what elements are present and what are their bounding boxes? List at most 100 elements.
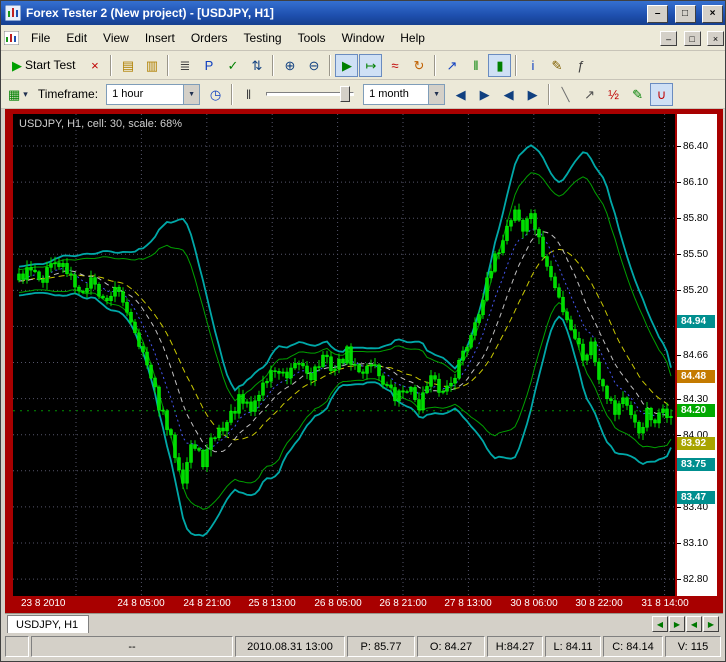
step-buttons: ◀ ▶ ◀ ▶ [449, 83, 544, 106]
menu-window[interactable]: Window [334, 28, 393, 48]
time-label: 26 8 21:00 [379, 598, 427, 609]
notes-button[interactable]: ✎ [545, 54, 568, 77]
candle-chart-button[interactable]: ▮ [488, 53, 512, 77]
separator [167, 54, 170, 76]
auto-scroll-button[interactable]: ▶ [335, 53, 359, 77]
title-bar: Forex Tester 2 (New project) - [USDJPY, … [1, 1, 725, 25]
sync-charts-button[interactable]: ↻ [407, 54, 430, 77]
magnet-tool-button[interactable]: ∪ [650, 82, 674, 106]
step-forward-icon: ▶ [527, 86, 538, 102]
tab-scroll-back-button[interactable]: ▶ [669, 616, 685, 632]
tab-scroll-first-button[interactable]: ◀ [652, 616, 668, 632]
sort-button[interactable]: ⇅ [245, 54, 268, 77]
price-tag: 84.94 [677, 315, 715, 328]
zoom-out-button[interactable]: ⊖ [302, 54, 325, 77]
timeframe-toolbar: ▦ ▾ Timeframe: 1 hour ▼ ◷ ‖ 1 month ▼ ◀ ▶… [1, 80, 725, 109]
ray-tool-button[interactable]: ╲ [554, 83, 577, 106]
mdi-minimize-button[interactable]: – [660, 31, 678, 46]
copy-project-button[interactable]: ▤ [116, 54, 139, 77]
pencil-tool-button[interactable]: ✎ [626, 83, 649, 106]
separator [515, 54, 518, 76]
menu-edit[interactable]: Edit [58, 28, 95, 48]
timeframe-label: Timeframe: [37, 87, 99, 101]
jump-start-icon: ◀ [455, 86, 466, 102]
time-label: 30 8 22:00 [575, 598, 623, 609]
price-label: 83.10 [677, 538, 717, 549]
pause-button[interactable]: ‖ [237, 83, 260, 106]
speed-slider[interactable] [266, 84, 355, 104]
mdi-window-controls: – □ × [658, 29, 724, 47]
bar-chart-button[interactable]: ‖ [464, 54, 487, 77]
time-label: 26 8 05:00 [314, 598, 362, 609]
period-clock-button[interactable]: ◷ [204, 83, 227, 106]
sort-icon: ⇅ [251, 57, 263, 73]
menu-help[interactable]: Help [392, 28, 433, 48]
timeframe-select[interactable]: 1 hour ▼ [106, 83, 201, 105]
trendline-tool-button[interactable]: ↗ [578, 83, 601, 106]
separator [548, 83, 551, 105]
tab-scroll-forward-button[interactable]: ◀ [686, 616, 702, 632]
print-icon: ≣ [179, 57, 191, 73]
menu-file[interactable]: File [23, 28, 58, 48]
info-button[interactable]: i [521, 54, 544, 77]
close-button[interactable]: × [702, 4, 723, 23]
zoom-in-button[interactable]: ⊕ [278, 54, 301, 77]
chart-shift-button[interactable]: ↦ [359, 53, 383, 77]
script-icon: P [204, 57, 214, 73]
clock-icon: ◷ [209, 86, 222, 102]
checklist-icon: ✓ [227, 57, 239, 73]
jump-end-button[interactable]: ▶ [473, 83, 496, 106]
jump-start-button[interactable]: ◀ [449, 83, 472, 106]
script-button[interactable]: P [197, 54, 220, 77]
price-axis[interactable]: 86.40 86.10 85.80 85.50 85.20 84.66 84.30 84.00… [677, 114, 717, 596]
line-chart-button[interactable]: ↗ [440, 54, 463, 77]
menu-view[interactable]: View [95, 28, 137, 48]
time-label: 31 8 14:00 [641, 598, 689, 609]
tab-scroll-last-button[interactable]: ▶ [703, 616, 719, 632]
minimize-button[interactable]: – [647, 4, 669, 23]
time-label: 30 8 06:00 [510, 598, 558, 609]
tick-chart-button[interactable]: ≈ [383, 54, 406, 77]
print-button[interactable]: ≣ [173, 54, 196, 77]
copy-chart-button[interactable]: ▥ [140, 54, 163, 77]
window-controls: – □ × [645, 3, 723, 23]
fibonacci-tool-button[interactable]: ½ [602, 83, 625, 106]
menu-insert[interactable]: Insert [137, 28, 183, 48]
separator [434, 54, 437, 76]
time-label: 25 8 13:00 [248, 598, 296, 609]
chevron-down-icon[interactable]: ▼ [428, 84, 445, 104]
new-chart-button[interactable]: ▦ ▾ [5, 83, 31, 106]
status-cell-low: L: 84.11 [545, 636, 601, 657]
jump-end-icon: ▶ [479, 86, 490, 102]
ray-tool-icon: ╲ [561, 86, 570, 102]
status-cell-mode: -- [31, 636, 233, 657]
price-tag: 83.47 [677, 491, 715, 504]
range-select[interactable]: 1 month ▼ [363, 83, 446, 105]
tab-usdjpy-h1[interactable]: USDJPY, H1 [7, 615, 90, 634]
stop-test-button[interactable]: × [83, 54, 106, 77]
mdi-close-button[interactable]: × [707, 31, 724, 46]
strategy-button[interactable]: ƒ [569, 54, 592, 77]
maximize-button[interactable]: □ [674, 4, 696, 23]
start-test-button[interactable]: ▶ Start Test [5, 54, 82, 77]
menu-testing[interactable]: Testing [236, 28, 290, 48]
tab-scroll-buttons: ◀ ▶ ◀ ▶ [652, 616, 719, 632]
chevron-down-icon[interactable]: ▼ [183, 84, 200, 104]
info-icon: i [531, 57, 535, 73]
chevron-down-icon: ▾ [23, 88, 28, 99]
menu-tools[interactable]: Tools [290, 28, 334, 48]
zoom-in-icon: ⊕ [284, 57, 296, 73]
time-label: 24 8 21:00 [183, 598, 231, 609]
step-forward-button[interactable]: ▶ [521, 83, 544, 106]
menu-orders[interactable]: Orders [183, 28, 236, 48]
status-cell-time: 2010.08.31 13:00 [235, 636, 345, 657]
menu-bar-items: File Edit View Insert Orders Testing Tools Wind… [23, 28, 658, 48]
copy-chart-icon: ▥ [145, 57, 159, 73]
step-back-button[interactable]: ◀ [497, 83, 520, 106]
checklist-button[interactable]: ✓ [221, 54, 244, 77]
timeframe-value: 1 hour [112, 87, 144, 100]
price-chart[interactable]: USDJPY, H1, cell: 30, scale: 68% [13, 114, 675, 596]
slider-thumb[interactable] [340, 86, 351, 102]
mdi-restore-button[interactable]: □ [683, 31, 701, 46]
time-axis[interactable]: 23 8 2010 24 8 05:00 24 8 21:00 25 8 13:00 2… [13, 598, 689, 612]
